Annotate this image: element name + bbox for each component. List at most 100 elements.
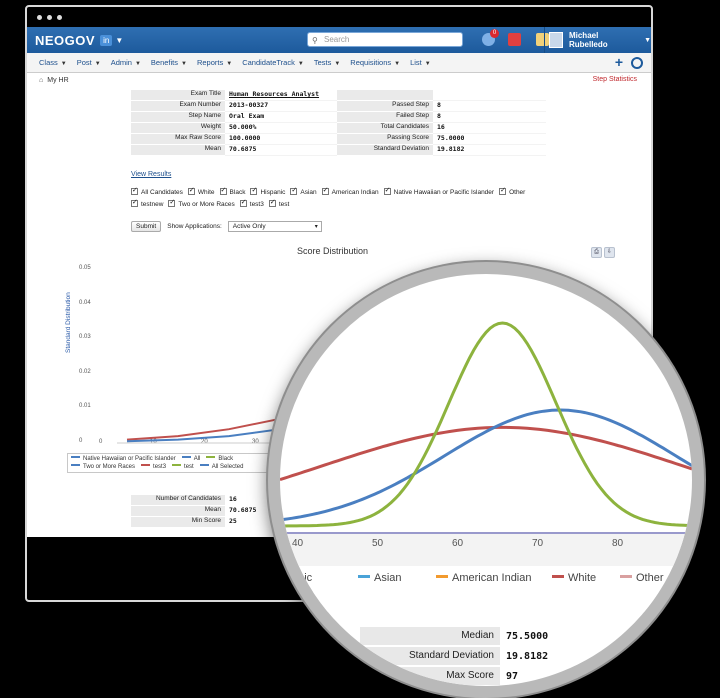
checkbox-label: test3: [249, 201, 264, 208]
filter-checkbox[interactable]: Native Hawaiian or Pacific Islander: [383, 185, 494, 199]
nav-item-requisitions[interactable]: Requisitions ▼: [350, 58, 400, 67]
nav-item-admin[interactable]: Admin ▼: [111, 58, 141, 67]
chevron-down-icon[interactable]: ▼: [115, 36, 123, 45]
checkbox-checked-icon[interactable]: [239, 197, 247, 209]
view-results-link[interactable]: View Results: [131, 171, 171, 178]
filter-checkbox[interactable]: test3: [239, 197, 264, 211]
window-dot-icon[interactable]: [47, 14, 52, 20]
user-menu[interactable]: Michael Rubelledo ▼: [544, 27, 651, 53]
search-input[interactable]: ⚲ Search: [307, 32, 463, 47]
nav-item-candidatetrack[interactable]: CandidateTrack ▼: [242, 58, 304, 67]
legend-item[interactable]: All Selected: [199, 463, 243, 471]
checkbox-checked-icon[interactable]: [321, 185, 329, 197]
show-applications-select[interactable]: Active Only ▾: [227, 221, 322, 232]
magnified-legend-item[interactable]: Other: [620, 572, 664, 584]
checkbox-checked-icon[interactable]: [131, 185, 138, 197]
stats-label: Min Score: [131, 517, 225, 528]
checkbox-label: American Indian: [331, 189, 379, 196]
avatar: [549, 32, 563, 48]
app-header: NEOGOV in ▼ ⚲ Search 0 Michael Rubelledo…: [27, 27, 651, 53]
legend-swatch: [358, 575, 370, 578]
legend-swatch: [552, 575, 564, 578]
magnifier-lens: 40 50 60 70 80 Hispanic Asian American Indian W…: [268, 262, 704, 698]
filter-checkbox[interactable]: American Indian: [321, 185, 379, 199]
filter-checkbox[interactable]: White: [187, 185, 215, 199]
magnified-series-black: [280, 321, 692, 528]
checkbox-checked-icon[interactable]: [219, 185, 227, 197]
window-dot-icon[interactable]: [37, 14, 42, 20]
app-logo[interactable]: NEOGOV: [35, 33, 95, 48]
checkbox-checked-icon[interactable]: [131, 197, 138, 209]
legend-item[interactable]: Two or More Races: [71, 463, 135, 471]
notifications-icon[interactable]: 0: [482, 29, 499, 46]
search-icon: ⚲: [312, 36, 318, 45]
home-icon[interactable]: ⌂: [39, 77, 43, 84]
nav-item-tests[interactable]: Tests ▼: [314, 58, 340, 67]
calendar-icon[interactable]: [508, 33, 521, 46]
stats-value: 75.5000: [506, 630, 549, 642]
filter-checkbox[interactable]: Other: [499, 185, 526, 199]
info-label: Total Candidates: [337, 123, 433, 134]
history-icon[interactable]: [631, 57, 643, 69]
step-statistics-link[interactable]: Step Statistics: [593, 76, 637, 83]
checkbox-checked-icon[interactable]: [250, 185, 258, 197]
magnified-stats-table: Median 75.5000 Standard Deviation 19.8182 Ma…: [360, 626, 660, 686]
y-tick-label: 0.05: [79, 265, 91, 271]
checkbox-checked-icon[interactable]: [383, 185, 391, 197]
add-icon[interactable]: +: [615, 55, 623, 69]
checkbox-checked-icon[interactable]: [187, 185, 195, 197]
magnified-legend: Hispanic Asian American Indian White Other: [280, 566, 692, 592]
legend-label: Asian: [374, 572, 402, 584]
notification-badge: 0: [490, 29, 499, 38]
magnified-legend-item[interactable]: White: [552, 572, 596, 584]
stats-value: 16: [229, 495, 237, 503]
breadcrumb-my-hr[interactable]: My HR: [47, 77, 68, 84]
exam-info-table: Exam Title Human Resources Analyst Exam Nu…: [131, 90, 546, 156]
nav-item-class[interactable]: Class ▼: [39, 58, 67, 67]
legend-item[interactable]: test: [172, 463, 194, 471]
magnified-x-axis: [280, 532, 692, 566]
magnified-gap: [280, 592, 692, 612]
legend-item[interactable]: test3: [141, 463, 166, 471]
info-label: Exam Number: [131, 101, 225, 112]
checkbox-checked-icon[interactable]: [290, 185, 298, 197]
filter-checkbox[interactable]: test: [268, 197, 289, 211]
stats-label: Mean: [131, 506, 225, 517]
submit-button[interactable]: Submit: [131, 221, 162, 232]
info-row: Exam Title Human Resources Analyst: [131, 90, 546, 101]
checkbox-checked-icon[interactable]: [168, 197, 176, 209]
info-row: Weight 50.000% Total Candidates 16: [131, 123, 546, 134]
legend-label: American Indian: [452, 572, 532, 584]
window-dot-icon[interactable]: [57, 14, 62, 20]
checkbox-checked-icon[interactable]: [268, 197, 276, 209]
y-tick-label: 0: [79, 437, 83, 444]
filter-checkbox[interactable]: Two or More Races: [168, 197, 235, 211]
legend-item[interactable]: Black: [206, 455, 233, 463]
checkbox-label: Other: [509, 189, 526, 196]
legend-item[interactable]: All: [181, 455, 200, 463]
chart-title: Score Distribution: [297, 246, 369, 256]
legend-swatch: [181, 456, 191, 458]
filter-checkbox[interactable]: Hispanic: [250, 185, 285, 199]
y-tick-label: 0.01: [79, 403, 91, 409]
legend-swatch: [71, 464, 80, 466]
nav-item-benefits[interactable]: Benefits ▼: [151, 58, 187, 67]
checkbox-checked-icon[interactable]: [499, 185, 507, 197]
breadcrumb: ⌂ My HR: [39, 77, 69, 84]
chevron-down-icon: ▼: [60, 61, 67, 67]
magnified-x-tick: 60: [452, 538, 464, 549]
filter-checkbox[interactable]: testnew: [131, 197, 163, 211]
magnified-legend-item[interactable]: Asian: [358, 572, 402, 584]
product-badge[interactable]: in: [100, 34, 113, 46]
nav-item-reports[interactable]: Reports ▼: [197, 58, 232, 67]
magnified-legend-item[interactable]: American Indian: [436, 572, 532, 584]
legend-swatch: [141, 464, 151, 466]
magnified-series-white: [280, 425, 692, 482]
info-row: Mean 70.6875 Standard Deviation 19.8182: [131, 145, 546, 156]
filter-checkbox[interactable]: Asian: [290, 185, 317, 199]
nav-item-post[interactable]: Post ▼: [77, 58, 101, 67]
chevron-down-icon: ▼: [394, 61, 401, 67]
legend-item[interactable]: Native Hawaiian or Pacific Islander: [71, 455, 176, 463]
filter-controls: Submit Show Applications: Active Only ▾: [131, 221, 322, 232]
nav-item-list[interactable]: List ▼: [410, 58, 431, 67]
